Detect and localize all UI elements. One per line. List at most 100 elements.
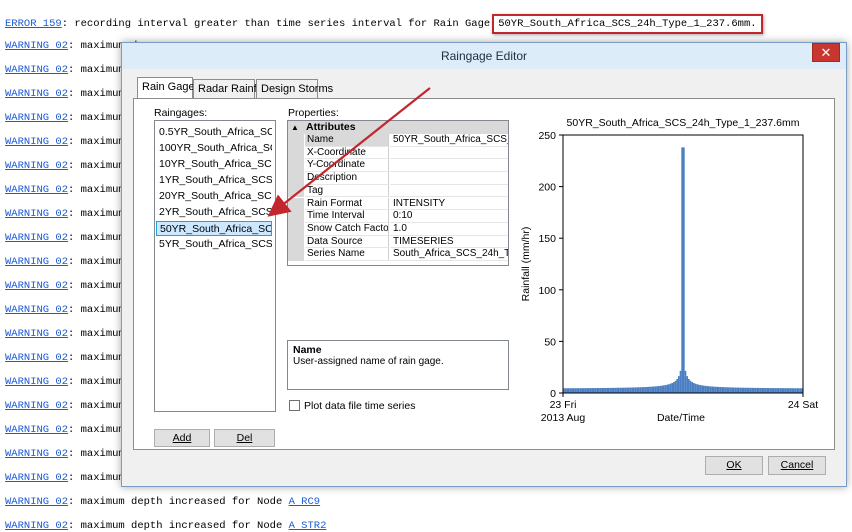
property-name: Description [305,172,389,185]
rainfall-bar [723,387,725,393]
warning-link[interactable]: WARNING 02 [5,424,68,436]
collapse-icon[interactable]: ▲ [291,121,299,134]
y-tick-label: 50 [544,336,556,348]
property-row[interactable]: X-Coordinate [288,146,508,160]
warning-link[interactable]: WARNING 02 [5,448,68,460]
rainfall-bar [726,387,728,393]
rainfall-bar [728,387,730,393]
rainfall-bar [656,386,658,393]
rainfall-bar [713,386,715,393]
warning-link[interactable]: WARNING 02 [5,352,68,364]
property-row[interactable]: Tag [288,184,508,198]
rainfall-bar [751,387,753,393]
warning-link[interactable]: WARNING 02 [5,232,68,244]
warning-link[interactable]: WARNING 02 [5,472,68,484]
tab-design-storms[interactable]: Design Storms [256,79,333,98]
rainfall-bar [706,386,708,393]
property-row[interactable]: Data Source TIMESERIES [288,235,508,249]
property-row[interactable]: Snow Catch Factor 1.0 [288,222,508,236]
property-value[interactable]: 50YR_South_Africa_SCS_24 [390,134,508,147]
property-value[interactable]: TIMESERIES [390,236,508,249]
property-margin [288,172,304,185]
category-attributes[interactable]: ▲ Attributes [288,121,508,134]
cancel-button[interactable]: Cancel [768,456,826,475]
raingage-list-item[interactable]: 2YR_South_Africa_SCS_2... [156,205,272,220]
rainfall-bar [768,388,770,393]
property-name: Time Interval [305,210,389,223]
raingage-list-item[interactable]: 100YR_South_Africa_SCS... [156,141,272,156]
rainfall-bar [564,388,567,393]
raingage-list-item[interactable]: 5YR_South_Africa_SCS_2... [156,237,272,252]
x-tick-label: 23 Fri [550,399,577,411]
tab-rain-gages[interactable]: Rain Gages [137,77,200,98]
warning-link[interactable]: WARNING 02 [5,376,68,388]
raingage-list-item[interactable]: 20YR_South_Africa_SCS_2... [156,189,272,204]
property-row[interactable]: Y-Coordinate [288,159,508,173]
rainfall-bar [578,388,580,393]
rainfall-bar [629,387,632,393]
warning-link[interactable]: WARNING 02 [5,40,68,52]
property-grid[interactable]: ▲ Attributes Name50YR_South_Africa_SCS_2… [287,120,509,266]
rainfall-bar [748,387,750,393]
property-row[interactable]: Time Interval 0:10 [288,210,508,223]
property-value[interactable] [390,185,508,198]
rainfall-bar [693,383,695,393]
warning-link[interactable]: WARNING 02 [5,184,68,196]
warning-link[interactable]: WARNING 02 [5,304,68,316]
rainfall-bar [701,385,703,393]
warning-line: WARNING 02: maximum d [5,232,137,244]
warning-link[interactable]: WARNING 02 [5,256,68,268]
raingage-list-item[interactable]: 0.5YR_South_Africa_SCS_... [156,125,272,140]
warning-link[interactable]: WARNING 02 [5,88,68,100]
node-link[interactable]: A RC9 [289,496,321,508]
dialog-titlebar[interactable]: Raingage Editor ✕ [122,43,846,69]
warning-link[interactable]: WARNING 02 [5,64,68,76]
rainfall-bar [661,385,663,393]
properties-label: Properties: [288,107,339,119]
add-button[interactable]: Add [154,429,210,447]
del-button[interactable]: Del [214,429,275,447]
warning-link[interactable]: WARNING 02 [5,208,68,220]
property-value[interactable]: 0:10 [390,210,508,223]
property-row[interactable]: Rain Format INTENSITY [288,197,508,211]
property-row[interactable]: Series NameSouth_Africa_SCS_24h_Type [288,248,508,261]
raingage-list-item[interactable]: 10YR_South_Africa_SCS_... [156,157,272,172]
property-row[interactable]: Description [288,172,508,185]
property-value[interactable]: 1.0 [390,223,508,236]
warning-line: WARNING 02: maximum d [5,280,137,292]
rainfall-bar [588,388,590,393]
plot-data-checkbox[interactable] [289,400,300,411]
raingages-list[interactable]: 0.5YR_South_Africa_SCS_...100YR_South_Af… [154,120,276,412]
property-margin [288,146,304,160]
rainfall-bar [704,385,707,393]
rainfall-bar [586,388,588,393]
property-value[interactable] [390,159,508,173]
warning-link[interactable]: WARNING 02 [5,328,68,340]
rainfall-bar [739,387,742,393]
property-value[interactable]: INTENSITY [390,198,508,211]
raingage-list-item[interactable]: 50YR_South_Africa_SCS_... [156,221,272,236]
warning-link[interactable]: WARNING 02 [5,496,68,508]
warning-link[interactable]: WARNING 02 [5,520,68,532]
property-value[interactable] [390,172,508,185]
property-row[interactable]: Name50YR_South_Africa_SCS_24 [288,134,508,147]
ok-button[interactable]: OK [705,456,763,475]
warning-link[interactable]: WARNING 02 [5,136,68,148]
error-link[interactable]: ERROR 159 [5,18,62,30]
plot-data-label[interactable]: Plot data file time series [304,400,415,412]
raingage-list-item[interactable]: 1YR_South_Africa_SCS_2... [156,173,272,188]
warning-link[interactable]: WARNING 02 [5,112,68,124]
tab-radar-rainfall[interactable]: Radar Rainfall [193,79,268,98]
rainfall-bar [716,386,718,393]
property-margin [288,184,304,198]
rainfall-bar [736,387,738,393]
close-button[interactable]: ✕ [812,43,840,62]
warning-link[interactable]: WARNING 02 [5,160,68,172]
warning-link[interactable]: WARNING 02 [5,400,68,412]
warning-link[interactable]: WARNING 02 [5,280,68,292]
x-axis-label: Date/Time [657,412,705,424]
property-value[interactable]: South_Africa_SCS_24h_Type [390,248,508,261]
property-value[interactable] [390,147,508,160]
rainfall-bar [593,388,595,393]
node-link[interactable]: A STR2 [289,520,327,532]
